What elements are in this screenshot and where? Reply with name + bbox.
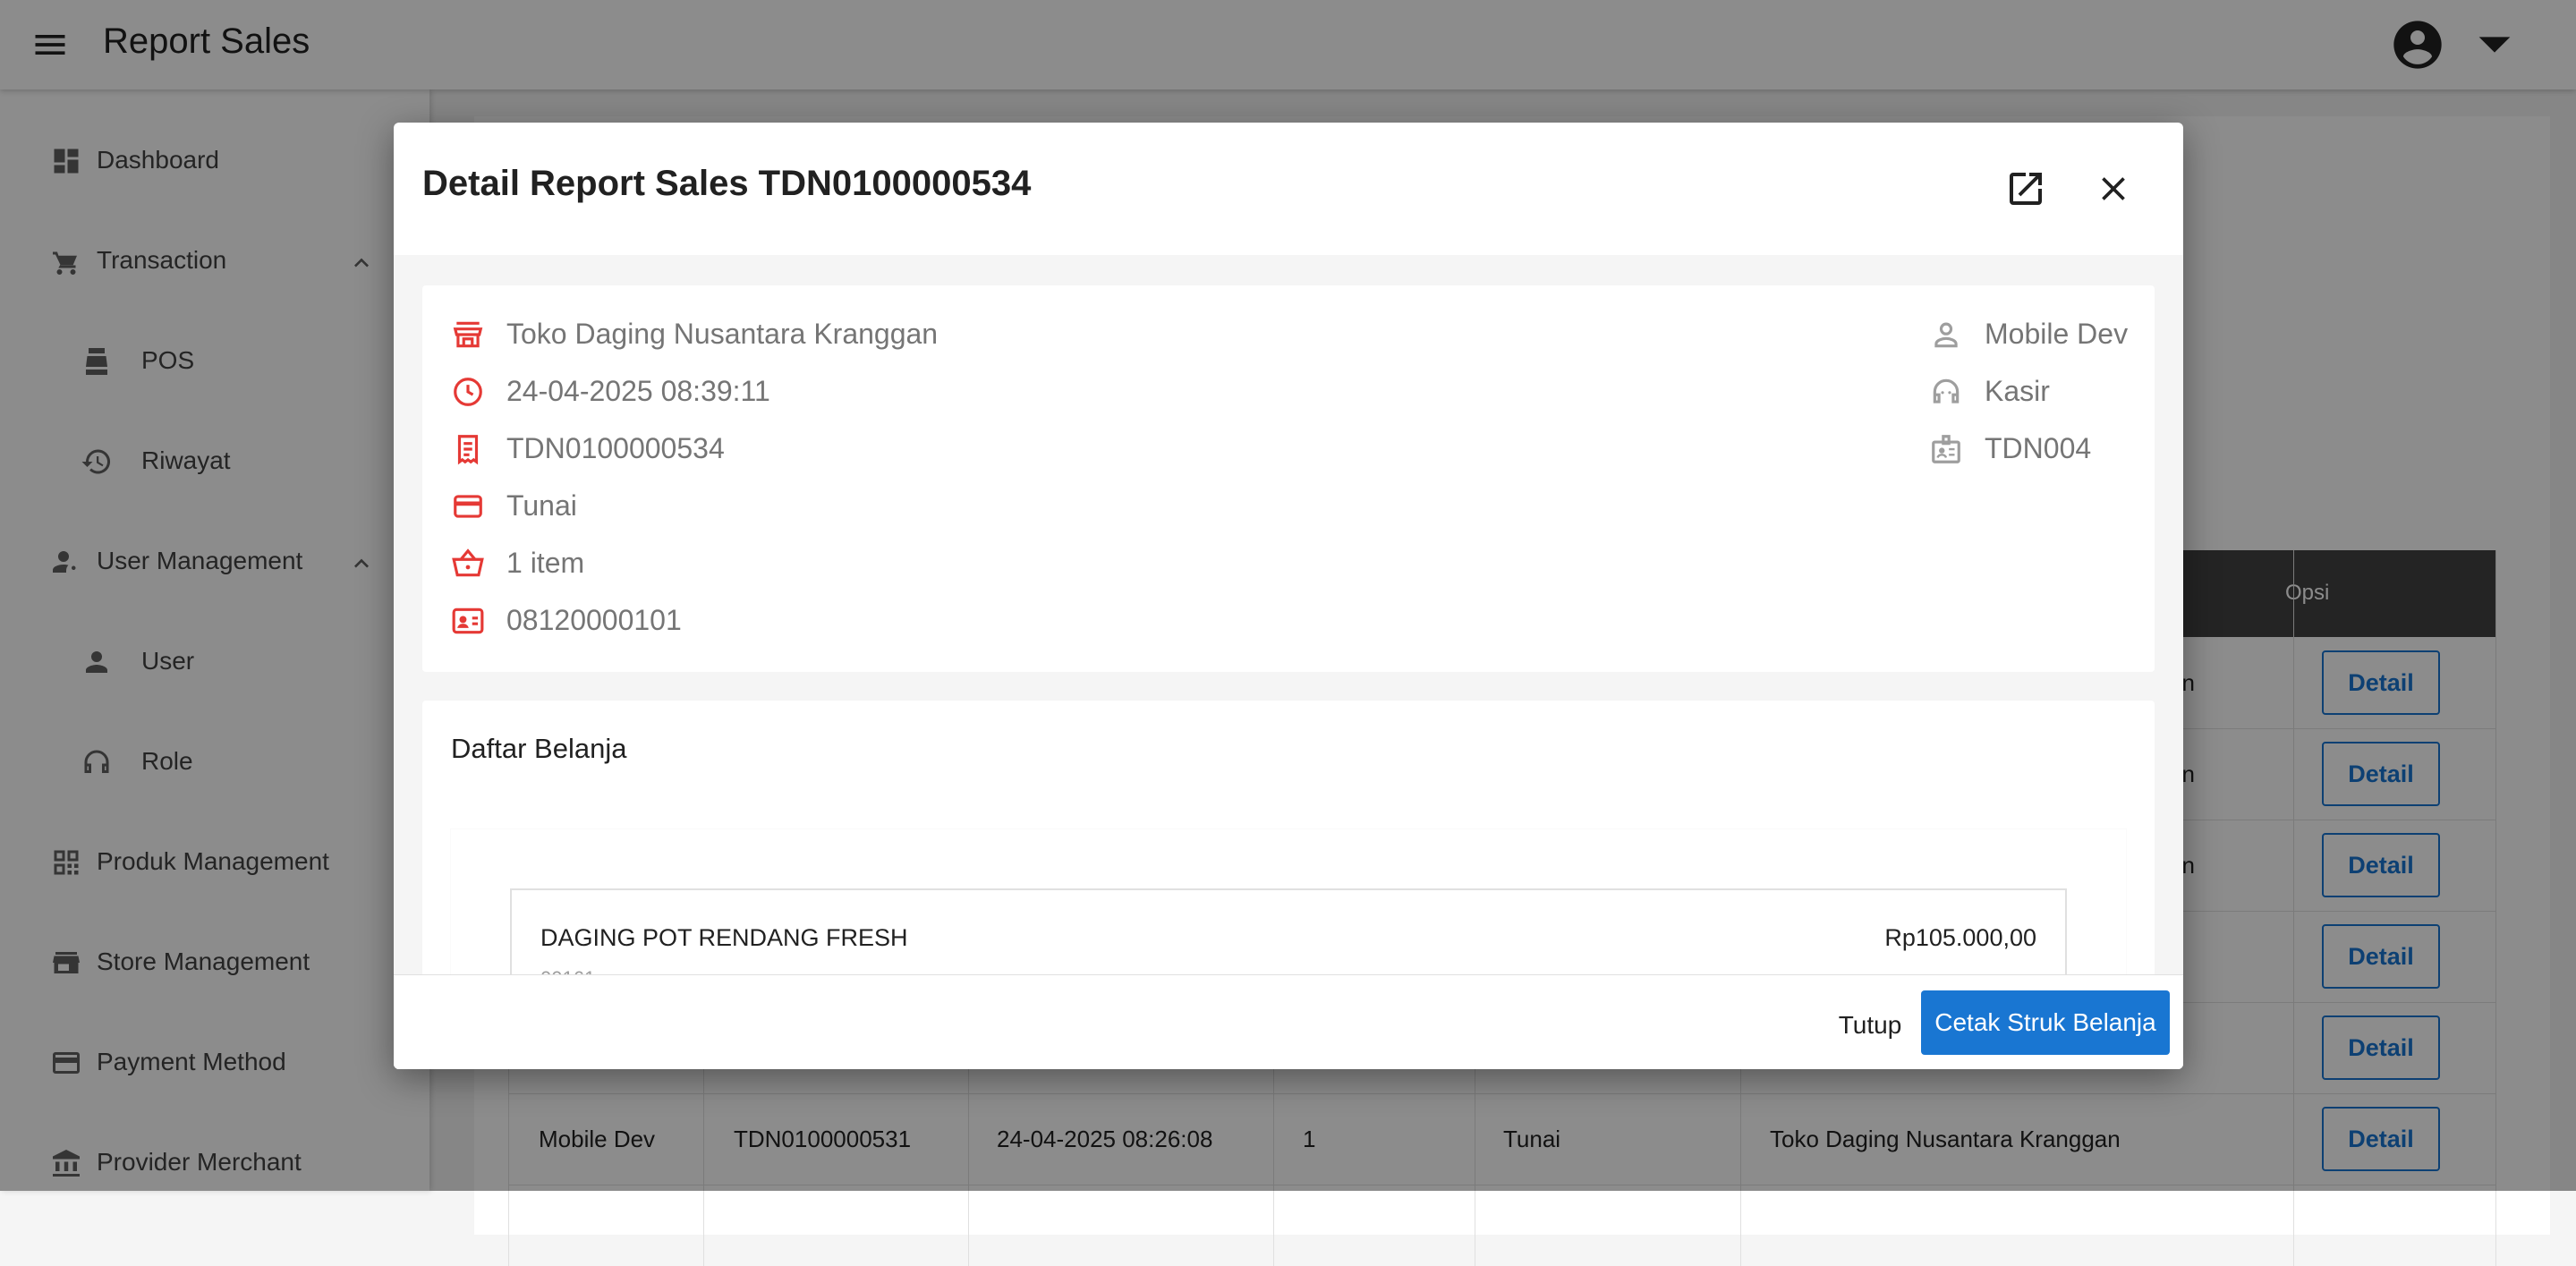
close-button[interactable]: Tutup (1807, 993, 1933, 1058)
product-name: DAGING POT RENDANG FRESH (540, 924, 908, 951)
shopping-list-title: Daftar Belanja (451, 733, 627, 764)
dialog-footer: Tutup Cetak Struk Belanja (394, 974, 2183, 1069)
print-receipt-button[interactable]: Cetak Struk Belanja (1921, 990, 2170, 1055)
credit-card-icon (451, 489, 485, 523)
dialog-header: Detail Report Sales TDN0100000534 (394, 123, 2183, 256)
open-in-new-icon[interactable] (2004, 167, 2047, 210)
detail-dialog: Detail Report Sales TDN0100000534 Toko D… (394, 123, 2183, 1069)
support-agent-icon (1929, 375, 1963, 409)
basket-icon (451, 547, 485, 581)
sale-info-card: Toko Daging Nusantara Kranggan 24-04-202… (422, 285, 2155, 672)
badge-icon (1929, 432, 1963, 466)
dialog-title: Detail Report Sales TDN0100000534 (422, 164, 1032, 203)
dialog-body: Toko Daging Nusantara Kranggan 24-04-202… (394, 255, 2183, 1069)
store-icon (451, 318, 485, 352)
contact-card-icon (451, 604, 485, 638)
clock-icon (451, 375, 485, 409)
product-price: Rp105.000,00 (1884, 924, 2036, 951)
close-icon[interactable] (2094, 169, 2133, 208)
receipt-icon (451, 432, 485, 466)
person-icon (1929, 318, 1963, 352)
